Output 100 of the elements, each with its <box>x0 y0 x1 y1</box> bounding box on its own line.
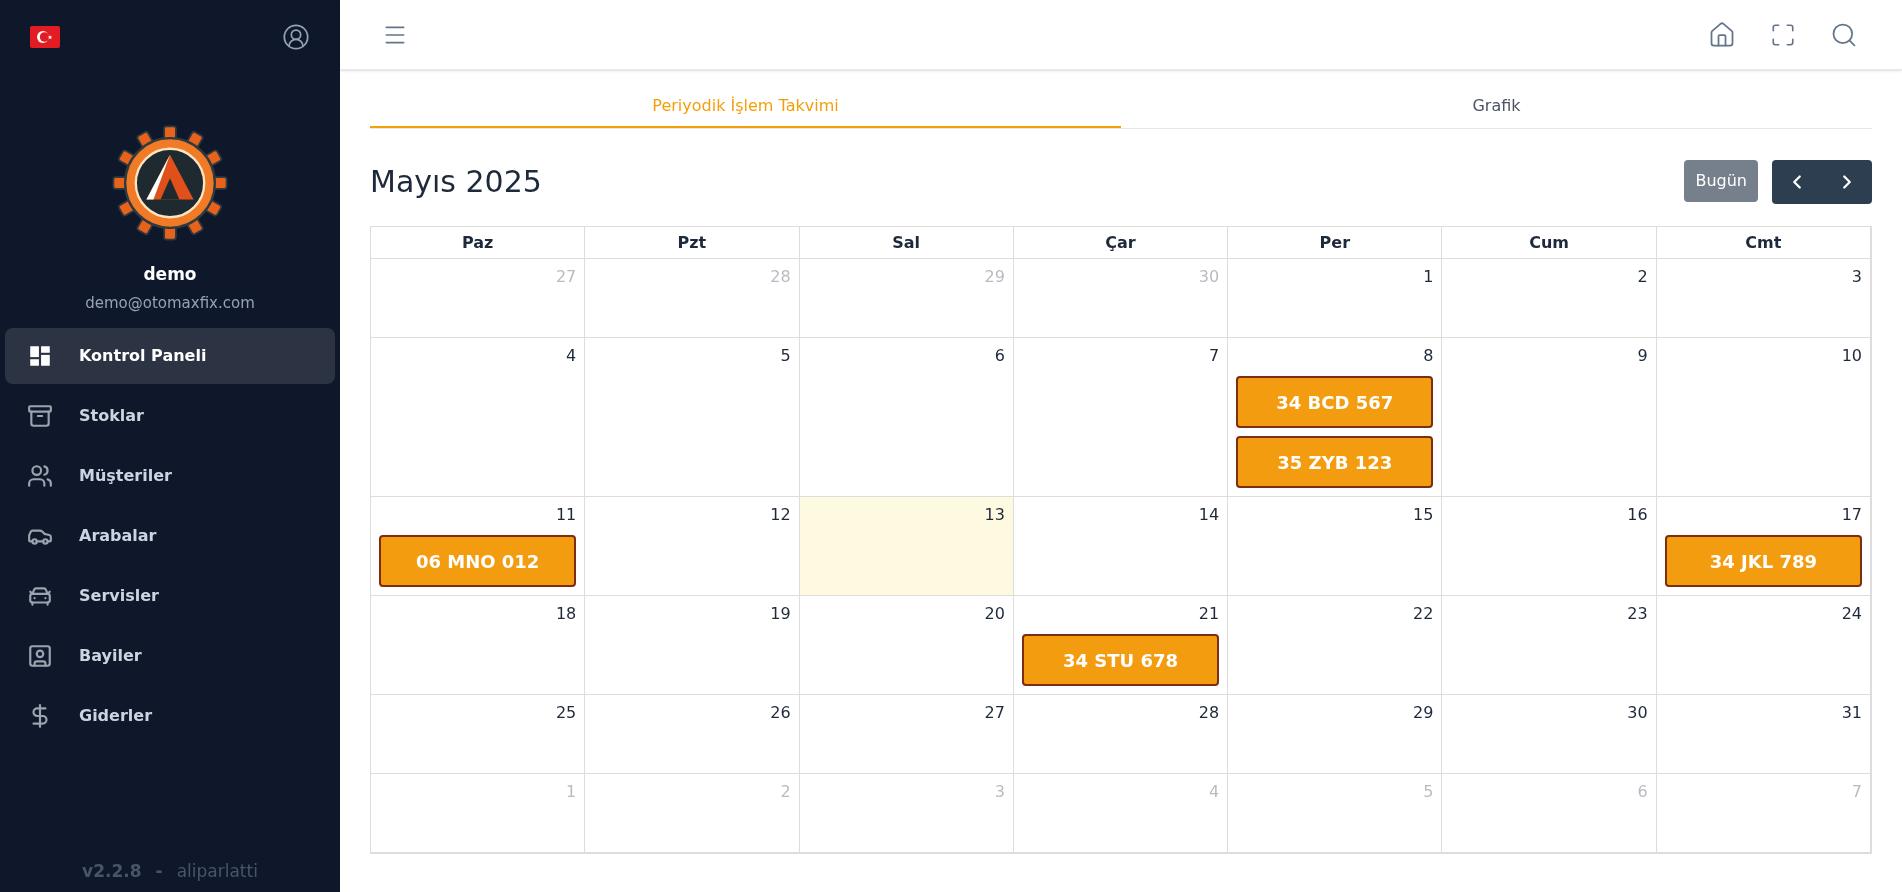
day-number: 28 <box>770 266 791 288</box>
nav-item[interactable]: Giderler <box>5 688 335 744</box>
user-email: demo@otomaxfix.com <box>84 292 256 314</box>
weekday-header: Per <box>1228 227 1443 259</box>
weekday-header: Sal <box>799 227 1014 259</box>
day-number: 21 <box>1198 603 1220 625</box>
day-number: 6 <box>994 345 1005 367</box>
weekday-header: Cum <box>1442 227 1657 259</box>
day-number: 1 <box>566 781 577 803</box>
day-number: 17 <box>1841 504 1862 526</box>
flag-icon[interactable] <box>30 26 60 48</box>
day-cell[interactable]: 15 <box>1228 497 1443 596</box>
day-number: 22 <box>1413 603 1434 625</box>
nav-item[interactable]: Servisler <box>5 568 335 624</box>
day-number: 30 <box>1198 266 1220 288</box>
user-icon[interactable] <box>282 23 310 51</box>
day-number: 5 <box>1423 781 1434 803</box>
day-number: 4 <box>1208 781 1220 803</box>
id-card-icon <box>27 643 53 669</box>
day-cell[interactable]: 13 <box>799 497 1014 596</box>
version-label: v2.2.8 <box>82 859 142 883</box>
fullscreen-icon[interactable] <box>1770 21 1796 48</box>
day-number: 12 <box>770 504 791 526</box>
day-number: 25 <box>555 702 577 724</box>
today-button[interactable]: Bugün <box>1684 159 1758 202</box>
weekday-header: Cmt <box>1656 227 1871 259</box>
day-number: 7 <box>1208 345 1220 367</box>
user-name: demo <box>142 263 198 286</box>
day-cell[interactable]: 7 <box>1013 338 1229 497</box>
day-number: 5 <box>780 345 791 367</box>
day-number: 1 <box>1423 266 1434 288</box>
day-number: 26 <box>770 702 791 724</box>
day-cell[interactable]: 26 <box>585 695 800 774</box>
day-number: 20 <box>984 603 1005 625</box>
day-number: 13 <box>984 504 1005 526</box>
separator-label: - <box>155 859 163 883</box>
day-number: 3 <box>1851 266 1862 288</box>
month-title: Mayıs 2025 <box>370 163 542 201</box>
day-cell[interactable]: 10 <box>1656 338 1871 497</box>
nav-item[interactable]: Müşteriler <box>5 448 335 504</box>
day-number: 28 <box>1198 702 1220 724</box>
home-icon[interactable] <box>1708 20 1736 49</box>
day-number: 23 <box>1627 603 1648 625</box>
day-cell[interactable]: 27 <box>799 695 1014 774</box>
day-cell[interactable]: 20 <box>799 596 1014 695</box>
day-number: 14 <box>1198 504 1220 526</box>
day-cell[interactable]: 31 <box>1656 695 1871 774</box>
day-number: 7 <box>1851 781 1862 803</box>
people-icon <box>27 463 53 489</box>
day-number: 4 <box>566 345 577 367</box>
author-label: aliparlatti <box>176 859 258 883</box>
day-number: 18 <box>555 603 577 625</box>
day-number: 9 <box>1637 345 1648 367</box>
nav-item[interactable]: Stoklar <box>5 388 335 444</box>
day-number: 19 <box>770 603 791 625</box>
day-number: 6 <box>1637 781 1648 803</box>
day-number: 24 <box>1841 603 1862 625</box>
archive-icon <box>27 403 53 429</box>
day-cell[interactable]: 22 <box>1228 596 1443 695</box>
day-cell[interactable]: 3 <box>1656 259 1871 338</box>
dashboard-icon <box>27 343 53 369</box>
weekday-header: Pzt <box>585 227 800 259</box>
day-cell[interactable]: 5 <box>585 338 800 497</box>
day-cell[interactable]: 23 <box>1442 596 1657 695</box>
nav-item[interactable]: Arabalar <box>5 508 335 564</box>
day-number: 27 <box>984 702 1005 724</box>
day-number: 15 <box>1413 504 1434 526</box>
day-cell[interactable]: 18 <box>371 596 586 695</box>
day-cell[interactable]: 14 <box>1013 497 1229 596</box>
day-number: 11 <box>555 504 577 526</box>
day-cell[interactable]: 17 34 JKL 789 <box>1656 497 1871 596</box>
day-cell[interactable]: 29 <box>1228 695 1443 774</box>
weekday-header: Çar <box>1013 227 1229 259</box>
day-number: 29 <box>1413 702 1434 724</box>
day-cell[interactable]: 4 <box>371 338 586 497</box>
day-number: 2 <box>780 781 791 803</box>
day-cell[interactable]: 25 <box>371 695 586 774</box>
day-cell[interactable]: 30 <box>1442 695 1657 774</box>
day-number: 29 <box>984 266 1005 288</box>
day-cell[interactable]: 16 <box>1442 497 1657 596</box>
day-cell[interactable]: 2 <box>1442 259 1657 338</box>
day-cell[interactable]: 1 <box>1228 259 1443 338</box>
day-cell[interactable]: 21 34 STU 678 <box>1013 596 1229 695</box>
nav-item[interactable]: Bayiler <box>5 628 335 684</box>
day-cell[interactable]: 28 <box>1013 695 1229 774</box>
day-cell[interactable]: 19 <box>585 596 800 695</box>
day-cell[interactable]: 24 <box>1656 596 1871 695</box>
day-number: 3 <box>994 781 1005 803</box>
day-number: 27 <box>555 266 577 288</box>
day-number: 16 <box>1627 504 1648 526</box>
nav-item[interactable]: Kontrol Paneli <box>5 328 335 384</box>
day-cell[interactable]: 11 06 MNO 012 <box>371 497 586 596</box>
day-number: 31 <box>1841 702 1862 724</box>
tab[interactable]: Grafik <box>1121 84 1872 128</box>
day-number: 10 <box>1841 345 1862 367</box>
day-number: 2 <box>1637 266 1648 288</box>
day-number: 8 <box>1423 345 1434 367</box>
day-cell[interactable]: 9 <box>1442 338 1657 497</box>
day-cell[interactable]: 12 <box>585 497 800 596</box>
day-number: 30 <box>1627 702 1648 724</box>
